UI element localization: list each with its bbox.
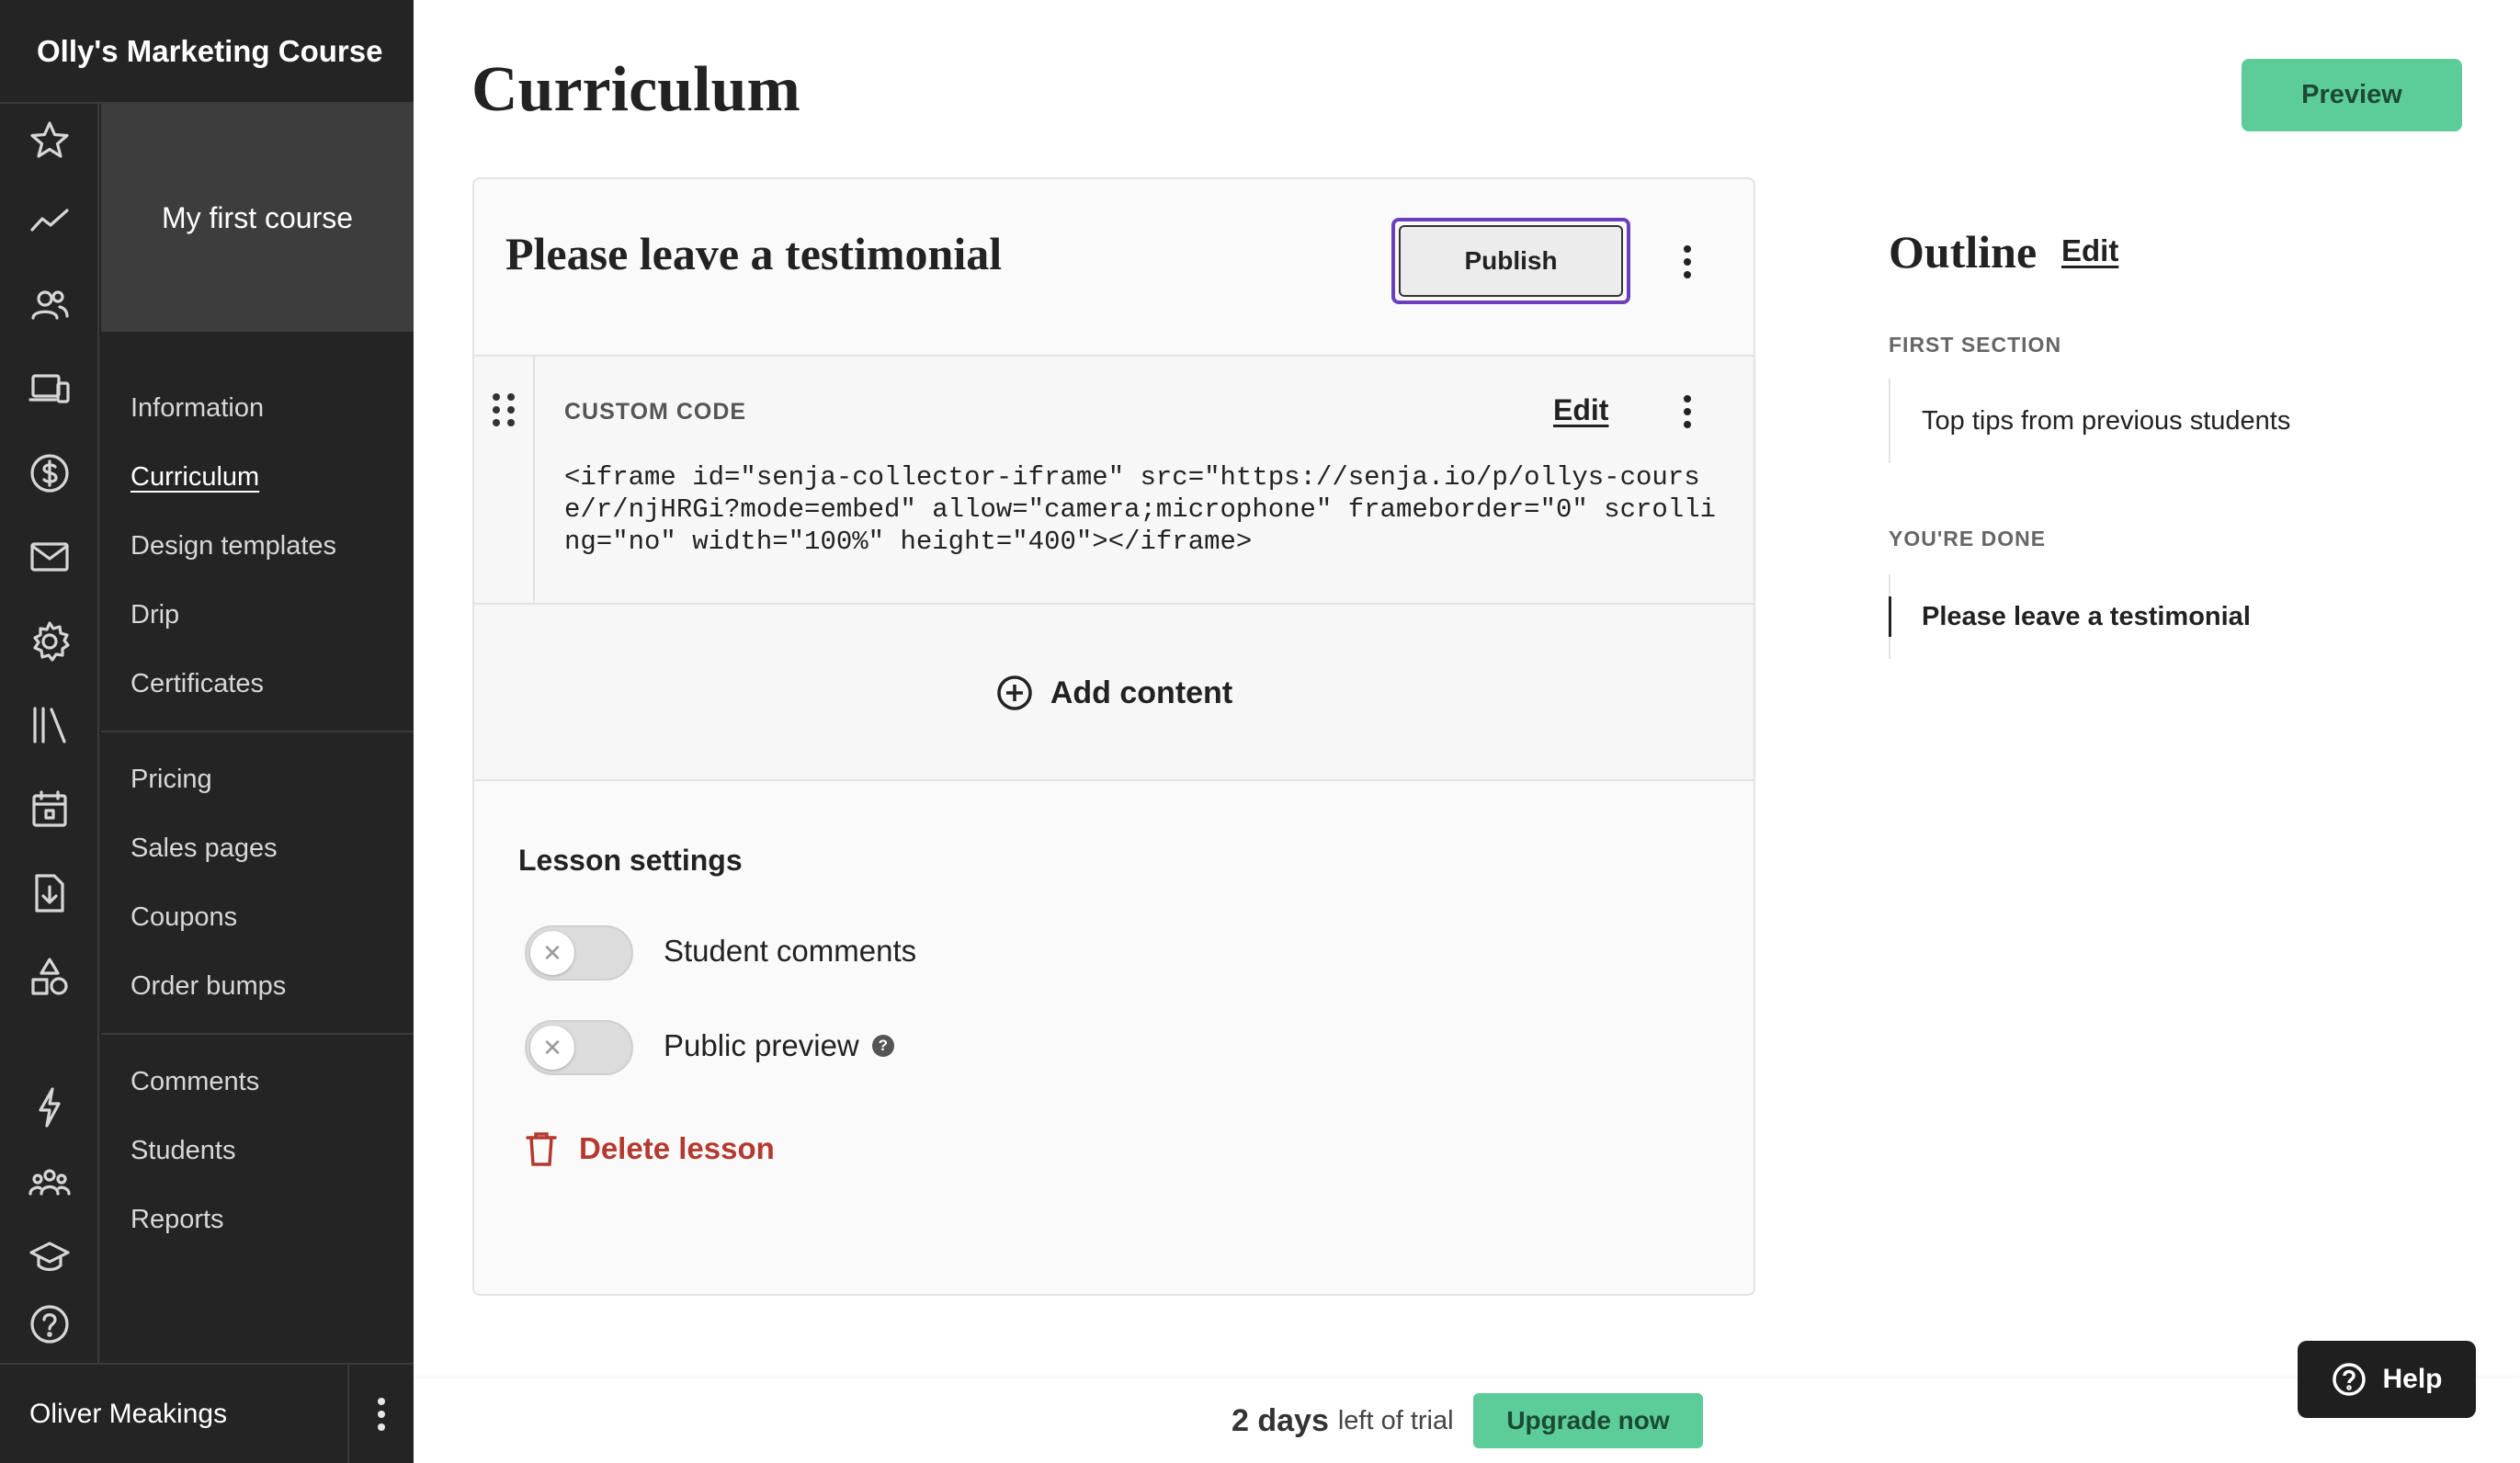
- outline-section-label: FIRST SECTION: [1889, 333, 2062, 357]
- nav-group-students: Comments Students Reports: [101, 1048, 414, 1254]
- outline-title: Outline: [1889, 226, 2038, 278]
- star-icon[interactable]: [24, 115, 75, 166]
- help-button[interactable]: Help: [2298, 1341, 2476, 1418]
- close-icon: ✕: [530, 1026, 574, 1070]
- question-icon[interactable]: ?: [871, 1035, 894, 1057]
- block-edit-link[interactable]: Edit: [1553, 393, 1608, 427]
- delete-lesson-label: Delete lesson: [579, 1131, 775, 1165]
- preview-button[interactable]: Preview: [2242, 59, 2462, 131]
- page-title: Curriculum: [471, 54, 800, 125]
- dollar-icon[interactable]: [24, 448, 75, 499]
- outline-lesson-item[interactable]: Top tips from previous students: [1889, 379, 2440, 463]
- users-icon[interactable]: [24, 279, 75, 331]
- lesson-settings-title: Lesson settings: [518, 844, 743, 877]
- public-preview-text: Public preview: [664, 1028, 859, 1062]
- sidebar: Olly's Marketing Course My first course …: [0, 0, 414, 1463]
- nav-group-course: Information Curriculum Design templates …: [101, 374, 414, 719]
- icon-rail: [0, 104, 99, 1363]
- lesson-title[interactable]: Please leave a testimonial: [505, 227, 1002, 280]
- lesson-card: Please leave a testimonial Publish CUSTO…: [472, 177, 1755, 1296]
- trial-bar: 2 days left of trial Upgrade now: [414, 1378, 2520, 1463]
- add-content-button[interactable]: Add content: [474, 605, 1754, 781]
- sidebar-item-pricing[interactable]: Pricing: [101, 745, 414, 814]
- graduation-cap-icon[interactable]: [24, 1231, 75, 1283]
- custom-code-content: <iframe id="senja-collector-iframe" src=…: [564, 462, 1717, 557]
- plus-circle-icon: [995, 674, 1034, 712]
- sidebar-divider: [101, 1033, 414, 1035]
- download-file-icon[interactable]: [24, 868, 75, 919]
- student-comments-toggle[interactable]: ✕: [525, 925, 633, 981]
- block-type-label: CUSTOM CODE: [564, 399, 747, 425]
- school-name[interactable]: Olly's Marketing Course: [0, 0, 414, 104]
- upgrade-button[interactable]: Upgrade now: [1473, 1393, 1703, 1448]
- kebab-icon: [378, 1397, 385, 1431]
- sidebar-item-drip[interactable]: Drip: [101, 581, 414, 650]
- delete-lesson-button[interactable]: Delete lesson: [526, 1130, 775, 1167]
- drag-handle-icon: [493, 393, 515, 426]
- outline-section-label: YOU'RE DONE: [1889, 527, 2047, 550]
- drag-handle[interactable]: [474, 357, 535, 603]
- sidebar-footer: Oliver Meakings: [0, 1363, 414, 1463]
- calendar-icon[interactable]: [24, 784, 75, 835]
- public-preview-toggle[interactable]: ✕: [525, 1020, 633, 1075]
- outline-edit-link[interactable]: Edit: [2061, 233, 2118, 268]
- nav-group-sales: Pricing Sales pages Coupons Order bumps: [101, 745, 414, 1021]
- lesson-settings: Lesson settings ✕ Student comments ✕ Pub…: [474, 781, 1754, 1294]
- publish-focus-ring: Publish: [1391, 218, 1630, 304]
- trial-suffix: left of trial: [1337, 1405, 1454, 1435]
- add-content-label: Add content: [1050, 675, 1233, 710]
- student-comments-text: Student comments: [664, 934, 917, 968]
- block-menu-button[interactable]: [1669, 384, 1706, 439]
- help-label: Help: [2382, 1364, 2443, 1394]
- student-comments-label: Student comments: [664, 934, 916, 969]
- sidebar-item-curriculum[interactable]: Curriculum: [101, 443, 414, 512]
- help-circle-icon: [2333, 1363, 2367, 1396]
- sidebar-item-order-bumps[interactable]: Order bumps: [101, 952, 414, 1021]
- close-icon: ✕: [530, 931, 574, 975]
- sidebar-divider: [101, 731, 414, 732]
- user-name[interactable]: Oliver Meakings: [29, 1365, 227, 1463]
- course-name[interactable]: My first course: [101, 104, 414, 332]
- outline-lesson-title: Top tips from previous students: [1922, 405, 2291, 436]
- sidebar-item-coupons[interactable]: Coupons: [101, 883, 414, 952]
- mail-icon[interactable]: [24, 531, 75, 583]
- kebab-icon: [1684, 395, 1691, 428]
- publish-button[interactable]: Publish: [1399, 225, 1623, 297]
- library-icon[interactable]: [24, 699, 75, 751]
- gear-icon[interactable]: [24, 616, 75, 667]
- trial-status: 2 days left of trial: [1232, 1378, 1454, 1463]
- sidebar-item-information[interactable]: Information: [101, 374, 414, 443]
- sidebar-item-design-templates[interactable]: Design templates: [101, 512, 414, 581]
- custom-code-block: CUSTOM CODE Edit <iframe id="senja-colle…: [474, 357, 1754, 781]
- trash-icon: [526, 1132, 557, 1166]
- sidebar-item-comments[interactable]: Comments: [101, 1048, 414, 1117]
- community-icon[interactable]: [24, 1157, 75, 1208]
- shapes-icon[interactable]: [24, 952, 75, 1004]
- help-circle-icon[interactable]: [24, 1299, 75, 1350]
- sidebar-item-certificates[interactable]: Certificates: [101, 650, 414, 719]
- outline-lesson-item-current[interactable]: Please leave a testimonial: [1889, 574, 2440, 659]
- kebab-icon: [1684, 245, 1691, 278]
- user-menu-button[interactable]: [347, 1365, 414, 1463]
- chart-line-icon[interactable]: [24, 195, 75, 246]
- sidebar-item-sales-pages[interactable]: Sales pages: [101, 814, 414, 883]
- lesson-menu-button[interactable]: [1669, 234, 1706, 289]
- sidebar-item-students[interactable]: Students: [101, 1117, 414, 1185]
- lesson-header: Please leave a testimonial Publish: [474, 179, 1754, 357]
- sidebar-item-reports[interactable]: Reports: [101, 1185, 414, 1254]
- trial-days: 2 days: [1232, 1402, 1329, 1438]
- devices-icon[interactable]: [24, 363, 75, 414]
- outline-lesson-title: Please leave a testimonial: [1922, 601, 2251, 631]
- lightning-icon[interactable]: [24, 1082, 75, 1133]
- public-preview-label: Public preview ?: [664, 1028, 894, 1063]
